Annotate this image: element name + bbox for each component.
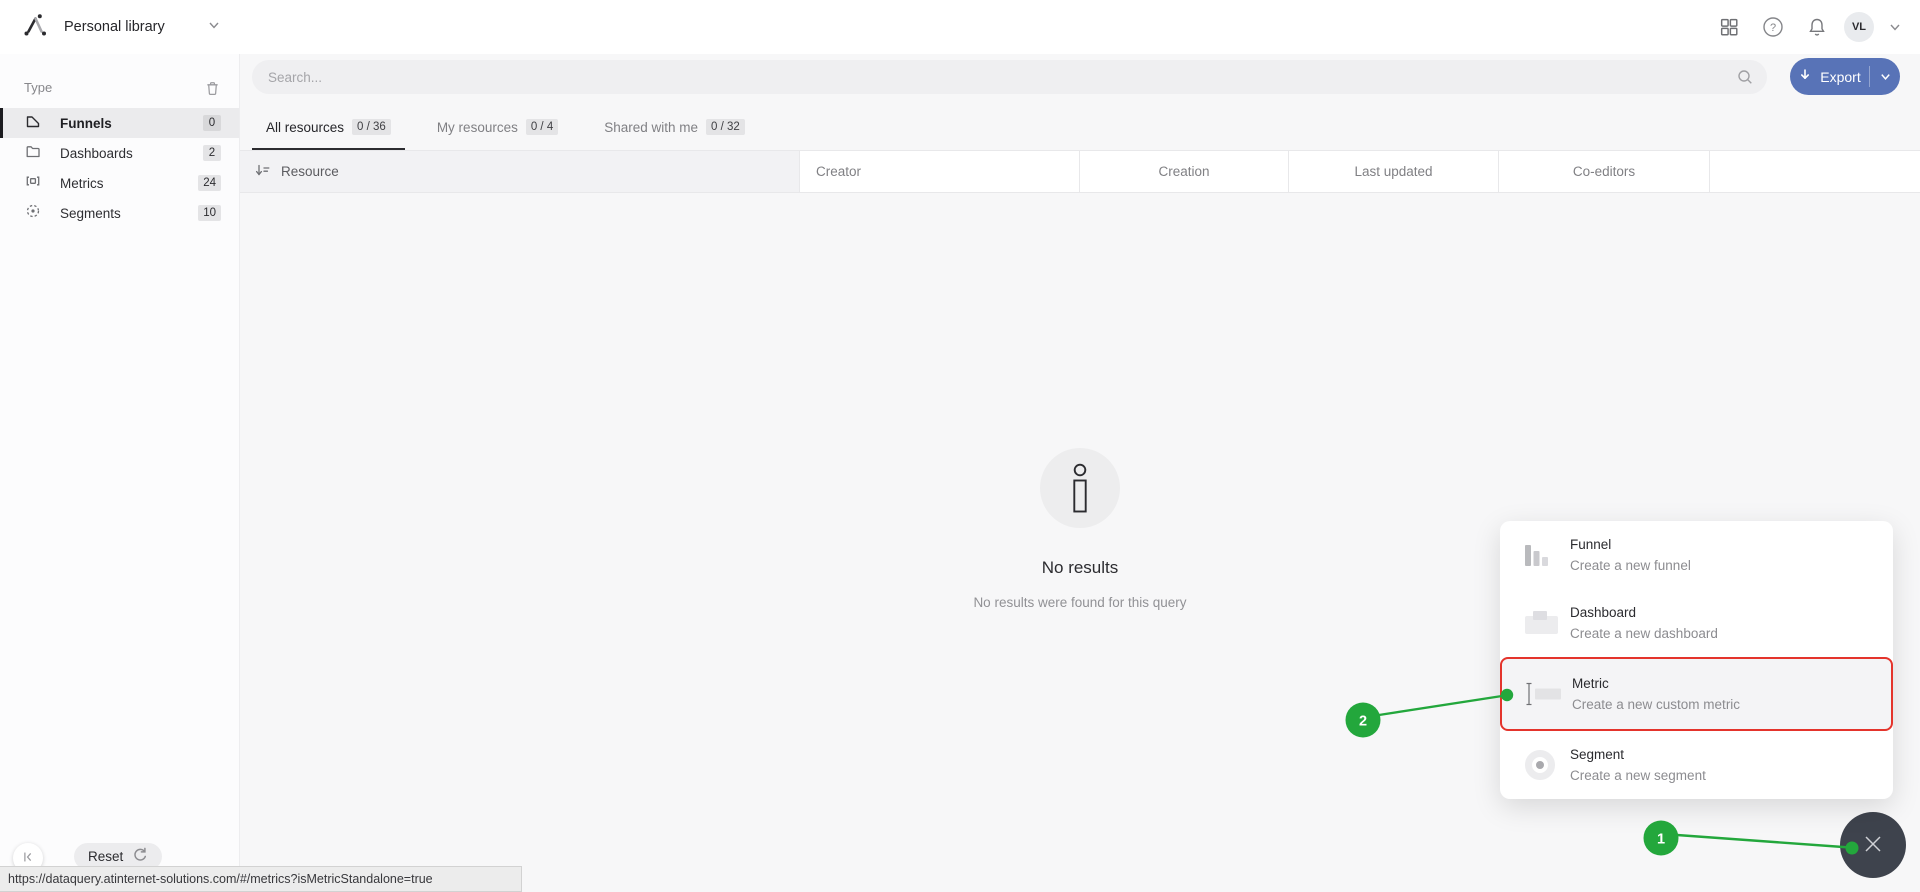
close-create-menu-fab[interactable] [1840,812,1906,878]
download-arrow-icon [1798,68,1812,85]
topbar-actions: ? VL [1712,10,1920,44]
segment-type-icon [24,202,42,225]
metric-cursor-icon [1526,682,1572,706]
topbar: Personal library ? VL [0,0,1920,54]
export-options-chevron-icon[interactable] [1870,70,1900,83]
folder-icon [24,142,42,165]
collapse-chevron-left-icon [20,849,36,868]
brand-logo-icon [22,11,50,44]
tab-all-resources[interactable]: All resources 0 / 36 [252,106,405,150]
sidebar-item-dashboards[interactable]: Dashboards 2 [0,138,239,168]
app-screen: Personal library ? VL Type Funnels 0 Das… [0,0,1920,892]
step-1-number: 1 [1657,832,1665,848]
status-url-text: https://dataquery.atinternet-solutions.c… [8,872,433,886]
help-button[interactable]: ? [1756,10,1790,44]
create-menu: Funnel Create a new funnel Dashboard Cre… [1500,521,1893,799]
account-chevron-down-icon[interactable] [1884,10,1906,44]
step-2-badge [1345,702,1381,738]
step-1-connector-line [1676,833,1851,849]
menu-item-create-dashboard[interactable]: Dashboard Create a new dashboard [1500,589,1893,657]
empty-state-title: No results [1041,558,1119,577]
column-label: Creator [816,164,862,179]
menu-item-title: Metric [1572,676,1609,691]
export-label: Export [1820,68,1861,85]
menu-item-subtitle: Create a new segment [1570,768,1706,783]
menu-item-subtitle: Create a new dashboard [1570,626,1718,641]
clear-filters-trash-button[interactable] [201,76,223,98]
table-header: Resource Creator Creation Last updated C… [240,150,1920,193]
workspace-switcher[interactable]: Personal library [0,11,221,44]
notifications-bell-button[interactable] [1800,10,1834,44]
dashboard-thumbnail-icon [1524,610,1570,636]
sort-descending-icon[interactable] [254,162,271,182]
count-badge: 24 [198,175,221,191]
column-header-creator[interactable]: Creator [800,151,1080,192]
column-header-resource[interactable]: Resource [240,151,800,192]
resource-tabs: All resources 0 / 36 My resources 0 / 4 … [252,106,759,150]
step-2-connector-line [1378,694,1503,717]
sidebar-type-header: Type [0,54,239,108]
column-label: Resource [281,164,339,179]
step-1-badge [1643,820,1679,856]
avatar[interactable]: VL [1844,12,1874,42]
info-icon [1040,448,1120,528]
sidebar-item-label: Segments [60,205,121,221]
column-label: Creation [1158,164,1210,179]
close-icon [1862,833,1884,858]
apps-grid-button[interactable] [1712,10,1746,44]
column-label: Co-editors [1572,164,1636,179]
funnel-type-icon [24,112,42,135]
column-header-creation[interactable]: Creation [1080,151,1289,192]
tab-shared-with-me[interactable]: Shared with me 0 / 32 [590,106,759,150]
column-header-spacer [1710,151,1920,192]
sidebar: Type Funnels 0 Dashboards 2 Metrics 24 S… [0,54,240,892]
type-section-label: Type [24,79,53,95]
menu-item-title: Funnel [1570,537,1612,552]
menu-item-create-funnel[interactable]: Funnel Create a new funnel [1500,521,1893,589]
menu-item-subtitle: Create a new custom metric [1572,697,1741,712]
workspace-title: Personal library [64,19,165,35]
funnel-bars-icon [1524,542,1570,568]
svg-text:?: ? [1770,22,1776,34]
sidebar-item-label: Metrics [60,175,104,191]
sidebar-item-funnels[interactable]: Funnels 0 [0,108,239,138]
tab-label: Shared with me [604,119,699,135]
tab-label: All resources [266,119,345,135]
tab-count-badge: 0 / 32 [706,119,745,135]
column-label: Last updated [1354,164,1433,179]
step-2-number: 2 [1359,714,1367,730]
tab-label: My resources [436,119,518,135]
sidebar-item-label: Funnels [60,115,112,131]
segment-ring-icon [1524,749,1570,781]
count-badge: 10 [198,205,221,221]
empty-state: No results No results were found for thi… [880,448,1280,610]
tab-count-badge: 0 / 36 [352,119,391,135]
column-header-co-editors[interactable]: Co-editors [1499,151,1710,192]
menu-item-subtitle: Create a new funnel [1570,558,1691,573]
reset-label: Reset [88,849,124,864]
sidebar-item-segments[interactable]: Segments 10 [0,198,239,228]
sidebar-item-label: Dashboards [60,145,133,161]
menu-item-title: Dashboard [1570,605,1637,620]
column-header-last-updated[interactable]: Last updated [1289,151,1499,192]
menu-item-title: Segment [1570,747,1625,762]
count-badge: 2 [203,145,221,161]
search-input[interactable] [252,60,1767,94]
count-badge: 0 [203,115,221,131]
tab-my-resources[interactable]: My resources 0 / 4 [423,106,572,150]
metric-type-icon [24,172,42,195]
tab-count-badge: 0 / 4 [525,119,559,135]
status-url-bar: https://dataquery.atinternet-solutions.c… [0,866,522,892]
chevron-down-icon [207,18,221,37]
menu-item-create-metric[interactable]: Metric Create a new custom metric [1500,657,1893,731]
export-button[interactable]: Export [1790,58,1900,95]
menu-item-create-segment[interactable]: Segment Create a new segment [1500,731,1893,799]
sidebar-item-metrics[interactable]: Metrics 24 [0,168,239,198]
empty-state-subtitle: No results were found for this query [973,595,1187,610]
undo-icon [132,847,148,866]
